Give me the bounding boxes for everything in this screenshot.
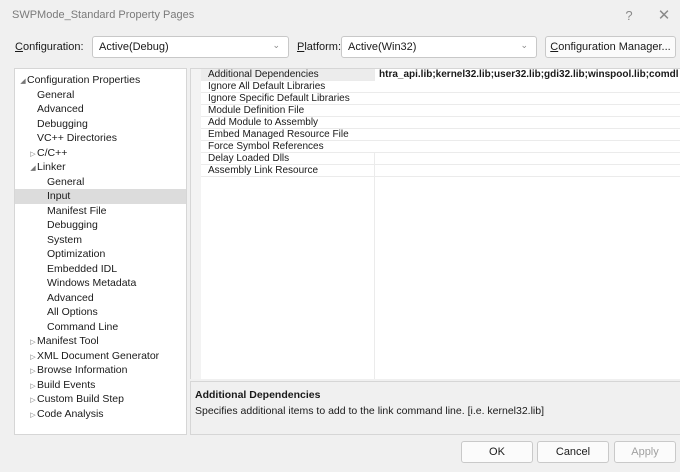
tree-item[interactable]: General xyxy=(15,175,186,190)
tree-item[interactable]: ▷C/C++ xyxy=(15,146,186,161)
tree-item[interactable]: Embedded IDL xyxy=(15,262,186,277)
tree-item[interactable]: Input xyxy=(15,189,186,204)
chevron-down-icon: ⌄ xyxy=(272,40,280,50)
configuration-label-accel: C xyxy=(15,41,23,53)
tree-item[interactable]: Debugging xyxy=(15,117,186,132)
configuration-manager-accel: C xyxy=(550,41,559,53)
tree-item-label: System xyxy=(47,233,83,246)
tree-item[interactable]: Command Line xyxy=(15,320,186,335)
description-text: Specifies additional items to add to the… xyxy=(195,405,545,417)
property-row[interactable]: Ignore All Default Libraries xyxy=(201,81,680,93)
configuration-manager-button[interactable]: Configuration Manager... xyxy=(545,36,676,58)
tree-item-label: Configuration Properties xyxy=(27,74,141,86)
configuration-dropdown[interactable]: Active(Debug) ⌄ xyxy=(92,36,289,58)
tree-collapsed-icon[interactable]: ▷ xyxy=(29,409,37,424)
tree-item-label: Browse Information xyxy=(37,364,128,376)
configuration-label-text: onfiguration: xyxy=(22,41,84,53)
tree-item[interactable]: ▷Custom Build Step xyxy=(15,392,186,407)
property-row[interactable]: Assembly Link Resource xyxy=(201,165,680,177)
tree-item-label: VC++ Directories xyxy=(37,132,117,144)
property-row[interactable]: Ignore Specific Default Libraries xyxy=(201,93,680,105)
tree-item-label: Advanced xyxy=(37,103,84,115)
tree-item[interactable]: ▷XML Document Generator xyxy=(15,349,186,364)
title-bar: SWPMode_Standard Property Pages ? ✕ xyxy=(0,0,680,30)
tree-item[interactable]: General xyxy=(15,88,186,103)
property-grid[interactable]: Additional Dependencies htra_api.lib;kern… xyxy=(190,68,680,379)
property-row[interactable]: Add Module to Assembly xyxy=(201,117,680,129)
tree-item-label: All Options xyxy=(47,306,98,318)
tree-item-label: General xyxy=(37,88,75,101)
platform-dropdown[interactable]: Active(Win32) ⌄ xyxy=(341,36,537,58)
platform-label: Platform: xyxy=(297,41,341,53)
property-row[interactable]: Module Definition File xyxy=(201,105,680,117)
tree-item[interactable]: Optimization xyxy=(15,247,186,262)
tree-item[interactable]: ▷Browse Information xyxy=(15,363,186,378)
property-name: Assembly Link Resource xyxy=(208,165,319,176)
configuration-manager-label: onfiguration Manager... xyxy=(558,41,671,53)
description-panel: Additional Dependencies Specifies additi… xyxy=(190,381,680,435)
platform-value: Active(Win32) xyxy=(348,41,417,53)
property-tree[interactable]: ◢Configuration Properties General Advanced… xyxy=(14,68,187,435)
configuration-value: Active(Debug) xyxy=(99,41,169,53)
tree-item-label: Command Line xyxy=(47,320,119,333)
property-name: Ignore Specific Default Libraries xyxy=(208,93,350,104)
tree-item[interactable]: All Options xyxy=(15,305,186,320)
tree-item[interactable]: Manifest File xyxy=(15,204,186,219)
platform-label-text: latform: xyxy=(304,41,342,53)
tree-item-label: Manifest Tool xyxy=(37,335,99,347)
tree-item[interactable]: ▷Code Analysis xyxy=(15,407,186,422)
tree-item[interactable]: ▷Manifest Tool xyxy=(15,334,186,349)
tree-item-label: Build Events xyxy=(37,378,96,391)
tree-item[interactable]: VC++ Directories xyxy=(15,131,186,146)
property-name: Add Module to Assembly xyxy=(208,117,319,128)
tree-item[interactable]: Advanced xyxy=(15,102,186,117)
cancel-button[interactable]: Cancel xyxy=(537,441,609,463)
ok-button[interactable]: OK xyxy=(461,441,533,463)
tree-item-label: General xyxy=(47,175,85,188)
property-row[interactable]: Embed Managed Resource File xyxy=(201,129,680,141)
tree-item-label: C/C++ xyxy=(37,146,68,159)
property-row[interactable]: Delay Loaded Dlls xyxy=(201,153,680,165)
tree-item-label: Code Analysis xyxy=(37,407,104,420)
tree-item-label: Windows Metadata xyxy=(47,277,137,289)
tree-item-label: Embedded IDL xyxy=(47,262,118,275)
property-name: Ignore All Default Libraries xyxy=(208,81,326,92)
property-name: Embed Managed Resource File xyxy=(208,129,349,140)
tree-item-label: Manifest File xyxy=(47,204,107,217)
tree-item-label: XML Document Generator xyxy=(37,349,160,362)
tree-item-label: Input xyxy=(47,190,71,202)
grid-column-divider[interactable] xyxy=(374,153,375,379)
property-name: Force Symbol References xyxy=(208,141,324,152)
tree-item[interactable]: Windows Metadata xyxy=(15,276,186,291)
close-button[interactable]: ✕ xyxy=(651,4,677,26)
property-value[interactable]: htra_api.lib;kernel32.lib;user32.lib;gdi… xyxy=(374,69,680,81)
tree-item-label: Custom Build Step xyxy=(37,393,124,405)
description-title: Additional Dependencies xyxy=(195,389,321,401)
tree-item-label: Optimization xyxy=(47,248,106,260)
property-name: Module Definition File xyxy=(208,105,305,116)
tree-item[interactable]: Advanced xyxy=(15,291,186,306)
chevron-down-icon: ⌄ xyxy=(520,40,528,50)
property-row[interactable]: Force Symbol References xyxy=(201,141,680,153)
tree-item-label: Linker xyxy=(37,161,66,173)
help-button[interactable]: ? xyxy=(616,4,642,26)
tree-item[interactable]: ◢Configuration Properties xyxy=(15,73,186,88)
property-row[interactable]: Additional Dependencies htra_api.lib;kern… xyxy=(201,69,680,81)
grid-gutter xyxy=(191,69,201,379)
property-name: Delay Loaded Dlls xyxy=(208,153,290,164)
tree-item-label: Advanced xyxy=(47,291,94,304)
property-name: Additional Dependencies xyxy=(208,69,319,80)
window-title: SWPMode_Standard Property Pages xyxy=(12,9,195,21)
tree-item[interactable]: ◢Linker xyxy=(15,160,186,175)
configuration-label: Configuration: xyxy=(15,41,84,53)
tree-item[interactable]: Debugging xyxy=(15,218,186,233)
apply-button[interactable]: Apply xyxy=(614,441,676,463)
configuration-bar: Configuration: Active(Debug) ⌄ Platform:… xyxy=(0,36,680,60)
tree-item-label: Debugging xyxy=(47,219,98,231)
tree-item[interactable]: ▷Build Events xyxy=(15,378,186,393)
tree-item[interactable]: System xyxy=(15,233,186,248)
tree-item-label: Debugging xyxy=(37,117,88,130)
